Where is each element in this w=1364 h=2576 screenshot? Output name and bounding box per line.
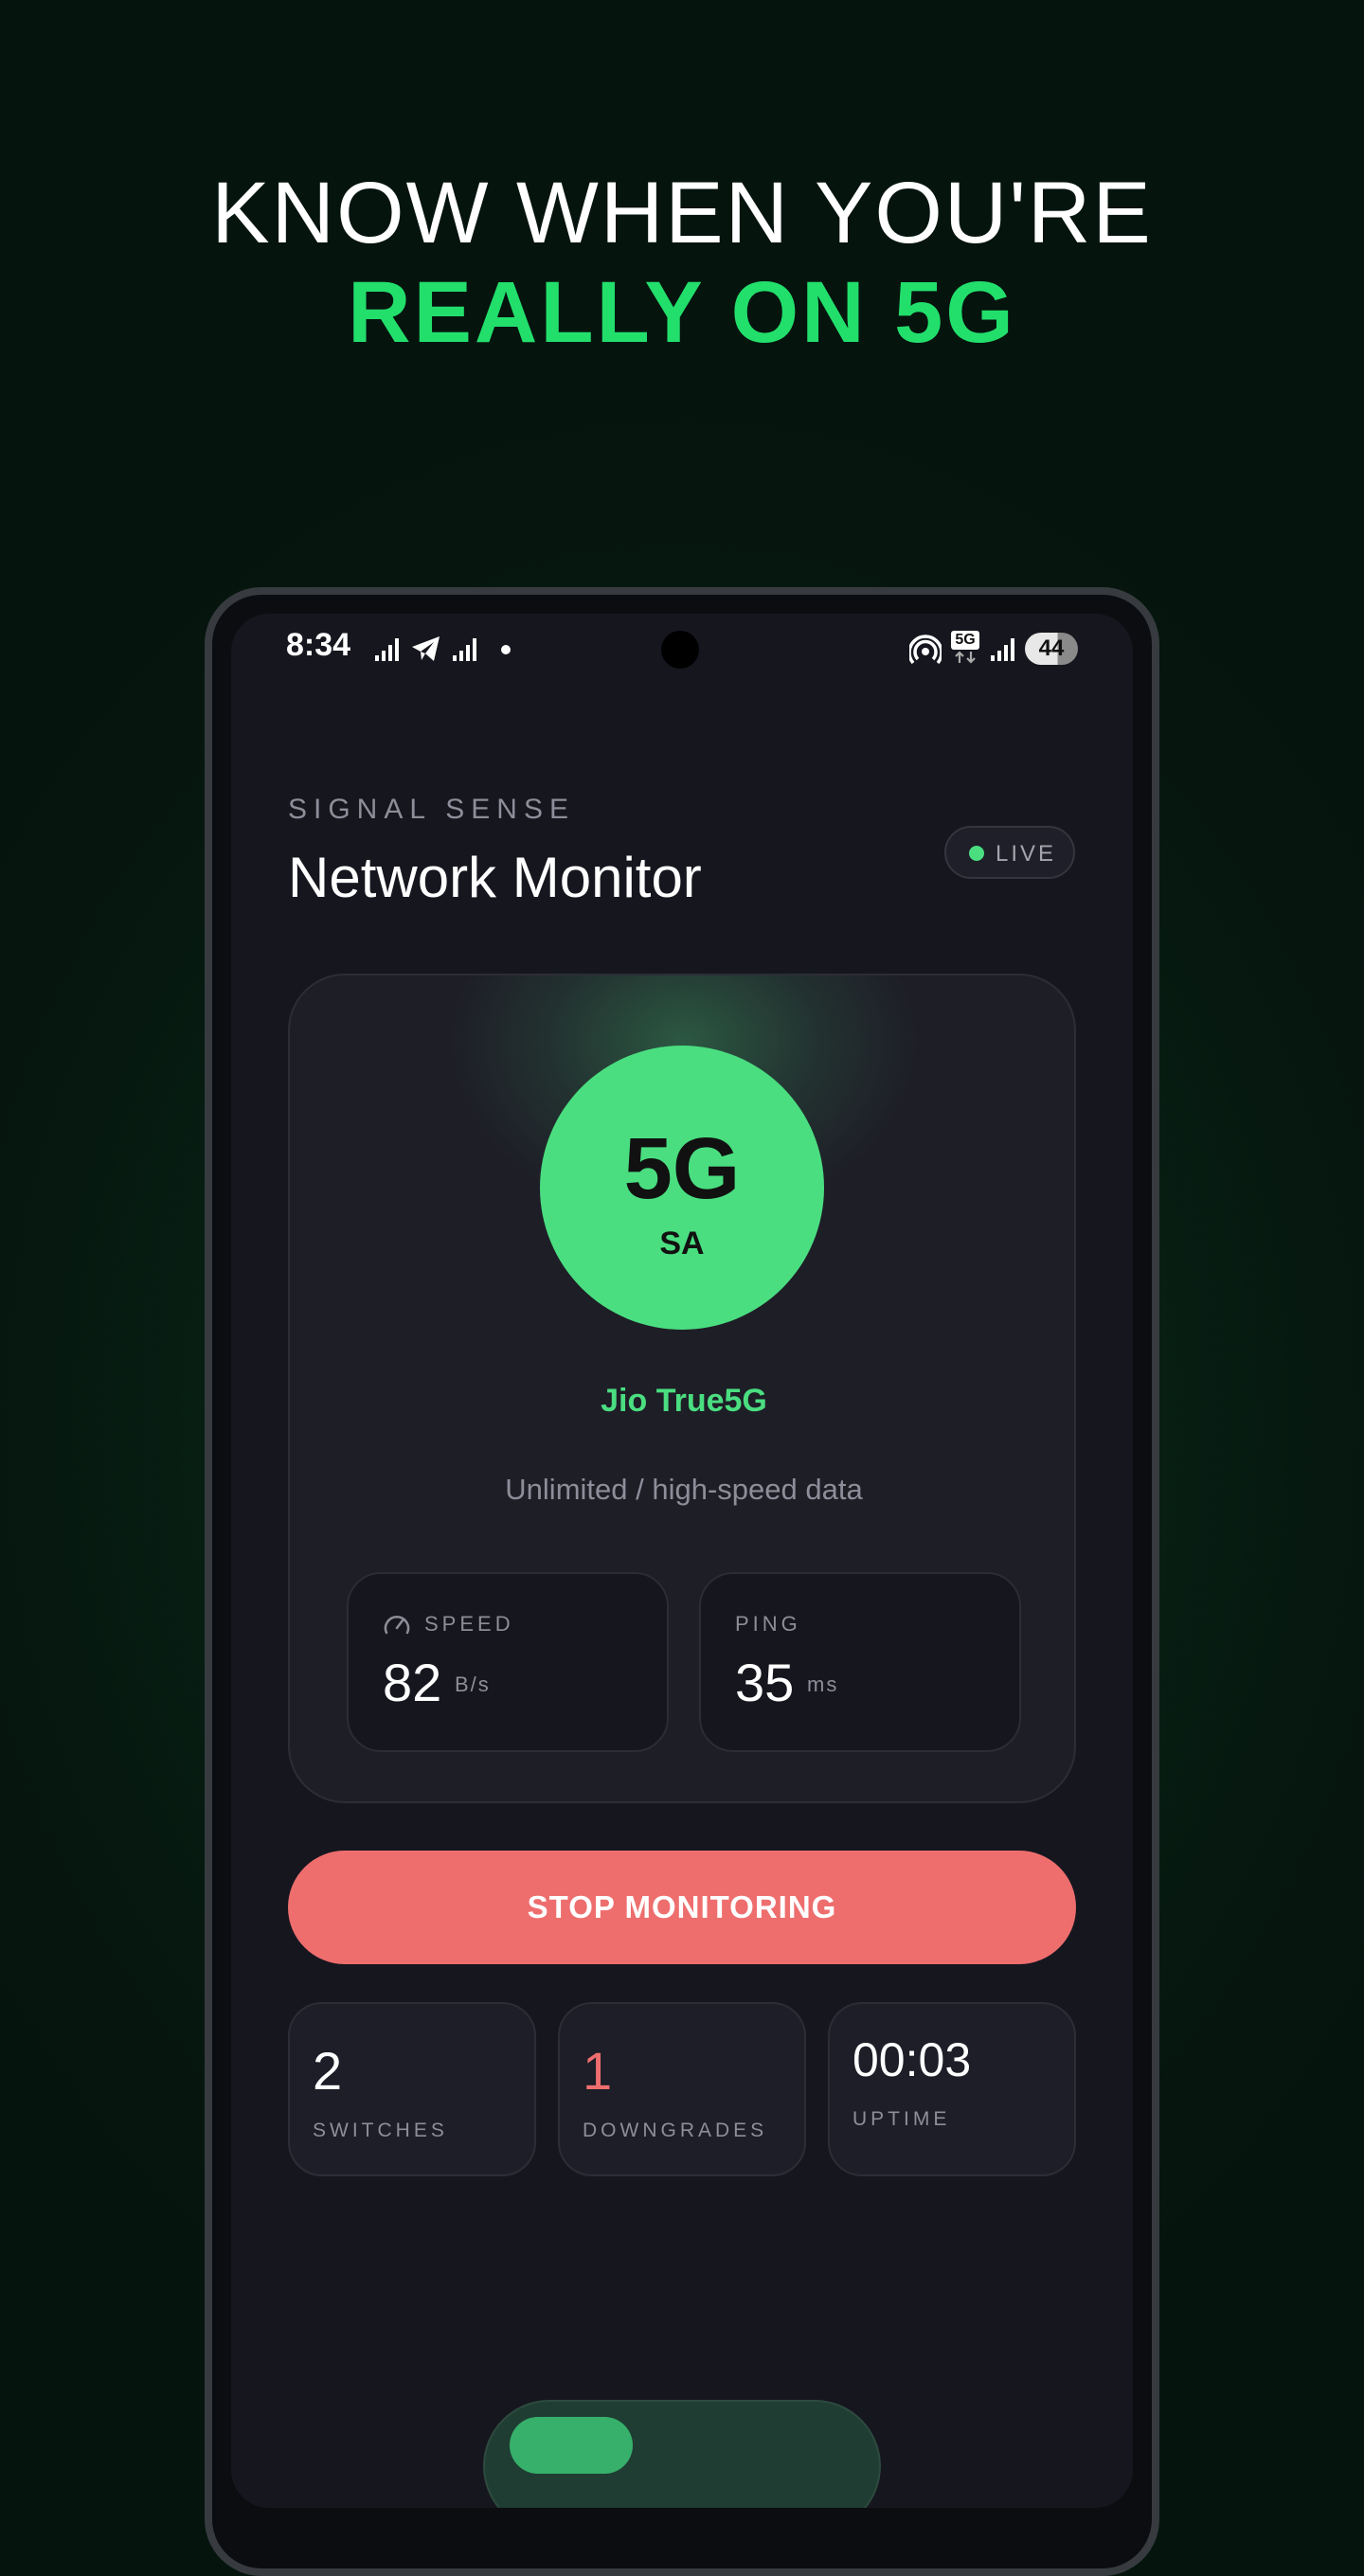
live-dot-icon	[969, 846, 984, 861]
page-title: Network Monitor	[288, 846, 702, 909]
app-kicker: SIGNAL SENSE	[288, 794, 575, 825]
plan-description: Unlimited / high-speed data	[505, 1473, 863, 1506]
switches-label: SWITCHES	[313, 2120, 448, 2141]
cellular-icon	[991, 638, 1014, 661]
speed-label: SPEED	[424, 1612, 514, 1636]
speed-unit: B/s	[455, 1673, 491, 1696]
live-badge-label: LIVE	[996, 841, 1057, 867]
signal-icon	[375, 638, 399, 661]
carrier-name: Jio True5G	[601, 1383, 767, 1419]
ping-value: 35	[735, 1653, 795, 1712]
downgrades-label: DOWNGRADES	[583, 2120, 768, 2141]
switches-value: 2	[313, 2041, 343, 2101]
bottom-toggle-knob	[510, 2417, 633, 2474]
uptime-value: 00:03	[852, 2033, 972, 2086]
headline-line-1: KNOW WHEN YOU'RE	[211, 165, 1153, 261]
network-type-circle: 5G SA	[540, 1046, 824, 1330]
ping-card: PING 35 ms	[699, 1572, 1021, 1752]
bottom-toggle[interactable]	[483, 2400, 881, 2508]
network-type-indicator: 5G	[951, 631, 981, 669]
phone-screen: 8:34 5G 44 SIGNAL SENSE Network Monitor …	[231, 614, 1133, 2508]
front-camera	[661, 631, 699, 669]
battery-indicator: 44	[1025, 633, 1078, 665]
ping-unit: ms	[807, 1673, 839, 1696]
downgrades-value: 1	[583, 2041, 613, 2101]
speed-card: SPEED 82 B/s	[347, 1572, 669, 1752]
stat-card-switches: 2 SWITCHES	[288, 2002, 536, 2176]
network-status-card: 5G SA Jio True5G Unlimited / high-speed …	[288, 974, 1076, 1803]
hotspot-icon	[909, 635, 942, 665]
speedometer-icon	[384, 1616, 410, 1635]
notification-dot-icon	[501, 645, 511, 654]
status-bar: 8:34 5G 44	[231, 614, 1133, 686]
network-badge-text: 5G	[951, 631, 979, 650]
stop-monitoring-button[interactable]: STOP MONITORING	[288, 1851, 1076, 1964]
signal-icon-secondary	[453, 638, 476, 661]
network-type: 5G	[623, 1120, 741, 1217]
data-arrows-icon	[955, 651, 976, 664]
ping-label: PING	[735, 1612, 801, 1636]
stat-card-uptime: 00:03 UPTIME	[828, 2002, 1076, 2176]
status-time: 8:34	[286, 627, 351, 663]
speed-value: 82	[383, 1653, 442, 1712]
uptime-label: UPTIME	[852, 2108, 951, 2130]
telegram-icon	[412, 636, 440, 661]
live-badge: LIVE	[944, 826, 1075, 879]
network-mode: SA	[659, 1225, 705, 1261]
stat-card-downgrades: 1 DOWNGRADES	[558, 2002, 806, 2176]
headline-line-2: REALLY ON 5G	[348, 264, 1016, 361]
